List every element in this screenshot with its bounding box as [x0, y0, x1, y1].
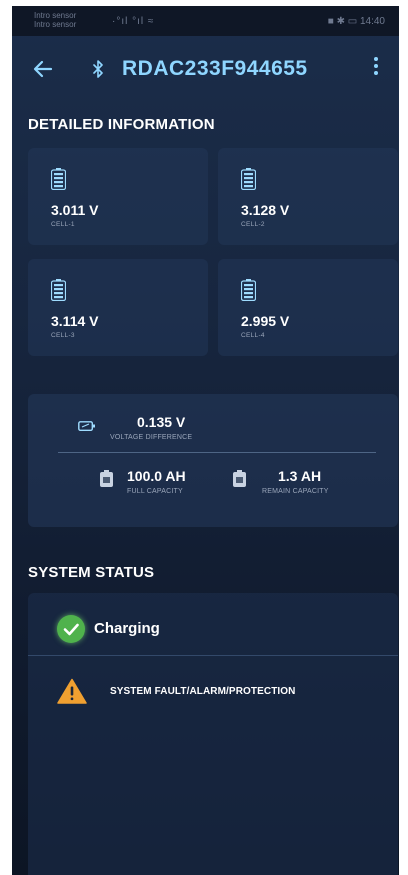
cell-card-4: 2.995 V CELL-4: [218, 259, 398, 356]
status-bar: Intro sensor Intro sensor ·°ıl °ıl ≈ ■ ✱…: [12, 6, 399, 36]
cell-label: CELL-4: [241, 332, 265, 339]
battery-icon: [51, 168, 66, 190]
bluetooth-svg: [93, 60, 103, 78]
charging-status-label: Charging: [94, 620, 160, 637]
battery-summary-card: 0.135 V VOLTAGE DIFFERENCE 100.0 AH FULL…: [28, 394, 398, 527]
cell-card-2: 3.128 V CELL-2: [218, 148, 398, 245]
voltage-difference-label: VOLTAGE DIFFERENCE: [110, 434, 193, 441]
warning-triangle-icon: [57, 678, 87, 704]
cell-card-3: 3.114 V CELL-3: [28, 259, 208, 356]
back-arrow-icon[interactable]: [30, 56, 56, 82]
status-text-line-1: Intro sensor: [34, 11, 77, 20]
detailed-information-title: DETAILED INFORMATION: [28, 116, 215, 133]
more-vertical-icon[interactable]: [367, 54, 385, 84]
back-arrow-svg: [33, 60, 53, 78]
remain-capacity-value: 1.3 AH: [278, 468, 322, 484]
system-fault-label: SYSTEM FAULT/ALARM/PROTECTION: [110, 686, 296, 697]
bluetooth-icon: [92, 56, 104, 87]
cell-label: CELL-2: [241, 221, 265, 228]
battery-icon: [51, 279, 66, 301]
status-notification-text: Intro sensor Intro sensor: [34, 11, 76, 29]
cell-label: CELL-1: [51, 221, 75, 228]
status-divider: [28, 655, 398, 656]
signal-icon: ·°ıl °ıl ≈: [112, 16, 155, 27]
remain-capacity-icon: [233, 470, 246, 487]
full-capacity-icon: [100, 470, 113, 487]
status-text-line-2: Intro sensor: [34, 20, 77, 29]
check-svg: [63, 623, 79, 636]
cell-card-1: 3.011 V CELL-1: [28, 148, 208, 245]
app-screen: Intro sensor Intro sensor ·°ıl °ıl ≈ ■ ✱…: [12, 6, 399, 875]
cell-label: CELL-3: [51, 332, 75, 339]
cell-voltage: 3.114 V: [51, 313, 99, 329]
cell-voltage: 3.011 V: [51, 202, 99, 218]
system-status-title: SYSTEM STATUS: [28, 564, 155, 581]
cell-voltage: 3.128 V: [241, 202, 290, 218]
menu-dot: [374, 64, 378, 68]
battery-icon: [241, 279, 256, 301]
system-status-card: Charging SYSTEM FAULT/ALARM/PROTECTION: [28, 593, 398, 875]
voltage-difference-value: 0.135 V: [137, 414, 186, 430]
device-name: RDAC233F944655: [122, 57, 308, 80]
menu-dot: [374, 57, 378, 61]
cell-voltage: 2.995 V: [241, 313, 290, 329]
voltage-difference-icon: [78, 421, 95, 431]
remain-capacity-label: REMAIN CAPACITY: [262, 488, 329, 495]
summary-divider: [58, 452, 376, 453]
full-capacity-value: 100.0 AH: [127, 468, 186, 484]
menu-dot: [374, 71, 378, 75]
check-circle-icon: [57, 615, 85, 643]
app-bar: RDAC233F944655: [12, 44, 399, 94]
status-clock: ■ ✱ ▭ 14:40: [327, 16, 385, 27]
full-capacity-label: FULL CAPACITY: [127, 488, 183, 495]
battery-icon: [241, 168, 256, 190]
